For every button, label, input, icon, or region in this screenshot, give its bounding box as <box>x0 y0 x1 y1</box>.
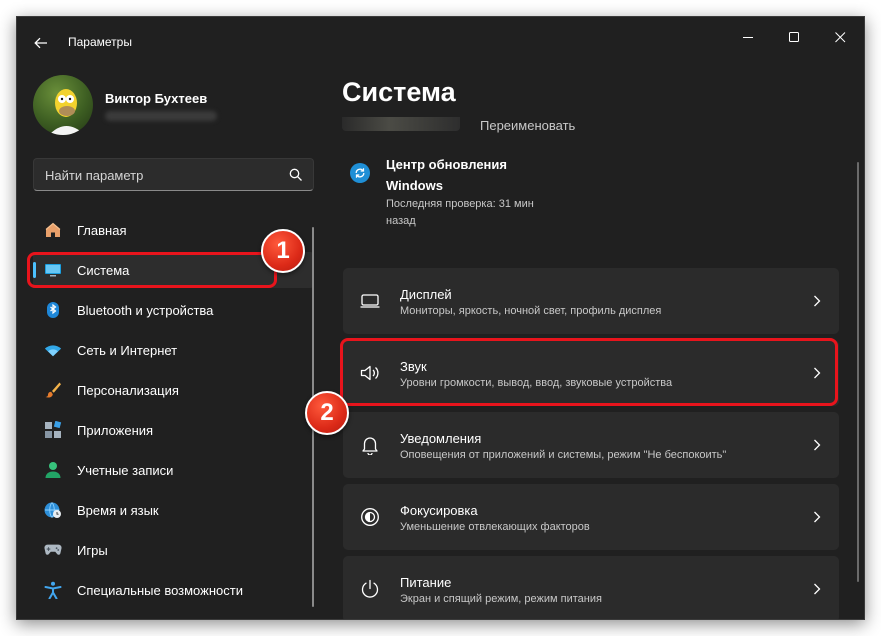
card-title: Дисплей <box>400 287 452 302</box>
search-icon[interactable] <box>289 168 303 182</box>
minimize-icon <box>742 36 753 38</box>
maximize-button[interactable] <box>771 22 817 52</box>
back-button[interactable] <box>27 29 55 57</box>
chevron-right-icon <box>811 293 823 309</box>
highlight-system-item <box>27 252 277 288</box>
power-icon <box>360 579 380 599</box>
step-badge-1: 1 <box>261 229 305 273</box>
sidebar-item-gaming[interactable]: Игры <box>33 532 314 568</box>
brush-icon <box>44 381 62 399</box>
sidebar-item-accounts[interactable]: Учетные записи <box>33 452 314 488</box>
focus-icon <box>360 507 380 527</box>
card-title: Уведомления <box>400 431 482 446</box>
sidebar-item-label: Приложения <box>77 423 154 438</box>
sidebar-item-label: Время и язык <box>77 503 159 518</box>
sidebar-item-label: Учетные записи <box>77 463 174 478</box>
maximize-icon <box>788 31 799 42</box>
gamepad-icon <box>44 541 62 559</box>
settings-card-power[interactable]: Питание Экран и спящий режим, режим пита… <box>343 556 839 619</box>
settings-card-notifications[interactable]: Уведомления Оповещения от приложений и с… <box>343 412 839 478</box>
wifi-icon <box>44 341 62 359</box>
sidebar-item-label: Главная <box>77 223 127 238</box>
step-badge-2: 2 <box>305 391 349 435</box>
close-button[interactable] <box>817 22 863 52</box>
windows-update-icon[interactable] <box>350 163 370 183</box>
bell-icon <box>360 435 380 455</box>
main-scrollbar[interactable] <box>857 162 859 582</box>
user-avatar[interactable] <box>33 75 93 135</box>
card-subtitle: Уменьшение отвлекающих факторов <box>400 521 590 533</box>
window-title: Параметры <box>68 35 132 49</box>
chevron-right-icon <box>811 509 823 525</box>
device-wallpaper-thumbnail <box>342 117 460 131</box>
back-arrow-icon <box>34 37 47 49</box>
sidebar-item-time-language[interactable]: Время и язык <box>33 492 314 528</box>
sidebar-item-bluetooth[interactable]: Bluetooth и устройства <box>33 292 314 328</box>
minimize-button[interactable] <box>725 22 771 52</box>
accessibility-icon <box>44 581 62 599</box>
sidebar-item-label: Персонализация <box>77 383 179 398</box>
rename-link[interactable]: Переименовать <box>480 118 575 133</box>
display-icon <box>360 291 380 311</box>
chevron-right-icon <box>811 437 823 453</box>
card-title: Фокусировка <box>400 503 478 518</box>
sidebar-item-personalization[interactable]: Персонализация <box>33 372 314 408</box>
settings-list: Дисплей Мониторы, яркость, ночной свет, … <box>343 268 839 619</box>
search-box[interactable]: Найти параметр <box>33 158 314 191</box>
settings-window: Параметры Виктор Бухтеев Найти параметр <box>16 16 865 620</box>
card-title: Питание <box>400 575 452 590</box>
user-name: Виктор Бухтеев <box>105 91 208 106</box>
sidebar-item-label: Bluetooth и устройства <box>77 303 214 318</box>
home-icon <box>44 221 62 239</box>
settings-card-focus[interactable]: Фокусировка Уменьшение отвлекающих факто… <box>343 484 839 550</box>
sidebar-item-apps[interactable]: Приложения <box>33 412 314 448</box>
sidebar-item-accessibility[interactable]: Специальные возможности <box>33 572 314 608</box>
globe-clock-icon <box>44 501 62 519</box>
search-input[interactable]: Найти параметр <box>45 168 143 183</box>
close-icon <box>834 31 845 42</box>
card-subtitle: Оповещения от приложений и системы, режи… <box>400 449 727 461</box>
sidebar-item-label: Сеть и Интернет <box>77 343 178 358</box>
card-subtitle: Мониторы, яркость, ночной свет, профиль … <box>400 305 662 317</box>
sidebar-item-label: Игры <box>77 543 108 558</box>
windows-update-title[interactable]: Центр обновления Windows <box>386 154 556 196</box>
windows-update-status: Последняя проверка: 31 мин назад <box>386 198 534 227</box>
settings-card-display[interactable]: Дисплей Мониторы, яркость, ночной свет, … <box>343 268 839 334</box>
sidebar-item-network[interactable]: Сеть и Интернет <box>33 332 314 368</box>
chevron-right-icon <box>811 581 823 597</box>
account-icon <box>44 461 62 479</box>
highlight-sound-card <box>340 338 838 406</box>
page-title: Система <box>342 77 456 107</box>
sidebar-item-label: Специальные возможности <box>77 583 243 598</box>
apps-icon <box>44 421 62 439</box>
user-email-redacted <box>105 111 217 121</box>
bluetooth-icon <box>44 301 62 319</box>
title-bar: Параметры <box>17 17 864 65</box>
avatar-picture <box>49 89 85 135</box>
card-subtitle: Экран и спящий режим, режим питания <box>400 593 602 605</box>
